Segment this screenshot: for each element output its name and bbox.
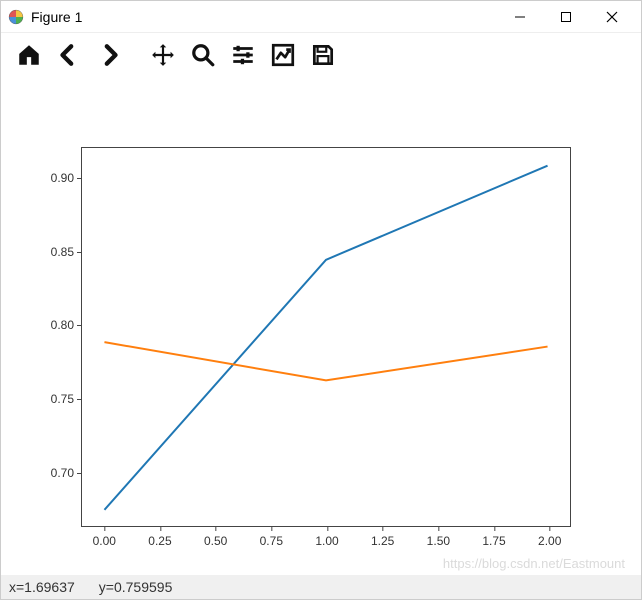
x-tick-label: 0.00 [93,526,116,548]
back-button[interactable] [51,37,87,73]
maximize-button[interactable] [543,2,589,32]
axes-edit-icon [270,42,296,68]
y-tick-label: 0.90 [51,171,82,185]
x-tick-label: 2.00 [538,526,561,548]
titlebar: Figure 1 [1,1,641,33]
x-tick-label: 0.25 [148,526,171,548]
close-button[interactable] [589,2,635,32]
y-tick-label: 0.80 [51,318,82,332]
move-icon [150,42,176,68]
x-tick-label: 1.25 [371,526,394,548]
home-icon [16,42,42,68]
series-line [104,166,547,510]
sliders-icon [230,42,256,68]
y-tick-label: 0.85 [51,245,82,259]
minimize-button[interactable] [497,2,543,32]
x-tick-label: 1.75 [482,526,505,548]
status-x: x=1.69637 [9,579,75,595]
save-button[interactable] [305,37,341,73]
y-tick-label: 0.75 [51,392,82,406]
zoom-button[interactable] [185,37,221,73]
zoom-icon [190,42,216,68]
series-line [104,342,547,380]
x-tick-label: 1.00 [315,526,338,548]
y-tick-label: 0.70 [51,466,82,480]
forward-icon [96,42,122,68]
home-button[interactable] [11,37,47,73]
x-tick-label: 0.50 [204,526,227,548]
window-title: Figure 1 [31,9,82,25]
toolbar [1,33,641,77]
app-icon [7,8,25,26]
back-icon [56,42,82,68]
pan-button[interactable] [145,37,181,73]
chart-lines [82,148,570,526]
x-tick-label: 0.75 [260,526,283,548]
configure-button[interactable] [225,37,261,73]
x-tick-label: 1.50 [427,526,450,548]
forward-button[interactable] [91,37,127,73]
edit-axes-button[interactable] [265,37,301,73]
plot-area: 0.70 0.75 0.80 0.85 0.90 0.00 0.25 0.50 0.75 1.00… [1,77,641,575]
statusbar: x=1.69637 y=0.759595 [1,575,641,599]
status-y: y=0.759595 [99,579,173,595]
chart-axes[interactable]: 0.700.750.800.850.900.000.250.500.751.00… [81,147,571,527]
save-icon [310,42,336,68]
